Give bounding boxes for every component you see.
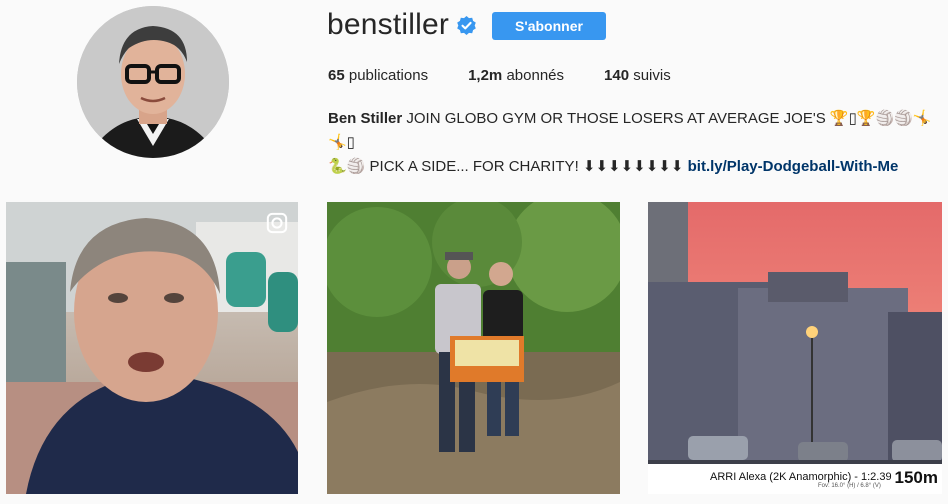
username: benstiller	[327, 8, 450, 41]
bio-full-name: Ben Stiller	[328, 110, 403, 127]
following-count[interactable]: 140 suivis	[604, 67, 671, 84]
posts-count-label: publications	[348, 67, 429, 84]
distance-text: 150m	[894, 468, 938, 487]
following-count-label[interactable]: suivis	[633, 67, 671, 84]
profile-page: benstiller S'abonner 65 publications 1,2…	[0, 0, 948, 504]
followers-count-value[interactable]: 1,2m	[468, 67, 502, 84]
posts-count: 65 publications	[328, 67, 428, 84]
post-tile[interactable]	[327, 202, 620, 494]
post-tile[interactable]: ARRI Alexa (2K Anamorphic) - 1:2.39 Fov:…	[648, 202, 942, 494]
bio-link[interactable]: bit.ly/Play-Dodgeball-With-Me	[688, 158, 899, 175]
camera-spec-text: ARRI Alexa (2K Anamorphic) - 1:2.39	[710, 471, 892, 483]
bio-text-line2: 🐍🏐 PICK A SIDE... FOR CHARITY! ⬇⬇⬇⬇⬇⬇⬇⬇	[328, 158, 684, 175]
profile-bio: Ben Stiller JOIN GLOBO GYM OR THOSE LOSE…	[328, 107, 938, 179]
profile-stats: 65 publications 1,2m abonnés 140 suivis	[328, 67, 711, 84]
fov-text: Fov: 16.0° (H) / 6.8° (V)	[818, 483, 881, 489]
post-tile[interactable]	[6, 202, 298, 494]
username-row: benstiller	[327, 8, 476, 42]
following-count-value[interactable]: 140	[604, 67, 629, 84]
bio-text-line1: JOIN GLOBO GYM OR THOSE LOSERS AT AVERAG…	[328, 110, 932, 151]
followers-count[interactable]: 1,2m abonnés	[468, 67, 564, 84]
follow-button[interactable]: S'abonner	[492, 12, 606, 40]
posts-count-value: 65	[328, 67, 345, 84]
video-camera-icon	[266, 212, 288, 234]
profile-avatar[interactable]	[77, 6, 229, 158]
verified-badge-icon	[457, 15, 476, 35]
camera-overlay-caption: ARRI Alexa (2K Anamorphic) - 1:2.39 Fov:…	[648, 464, 942, 494]
followers-count-label[interactable]: abonnés	[506, 67, 564, 84]
